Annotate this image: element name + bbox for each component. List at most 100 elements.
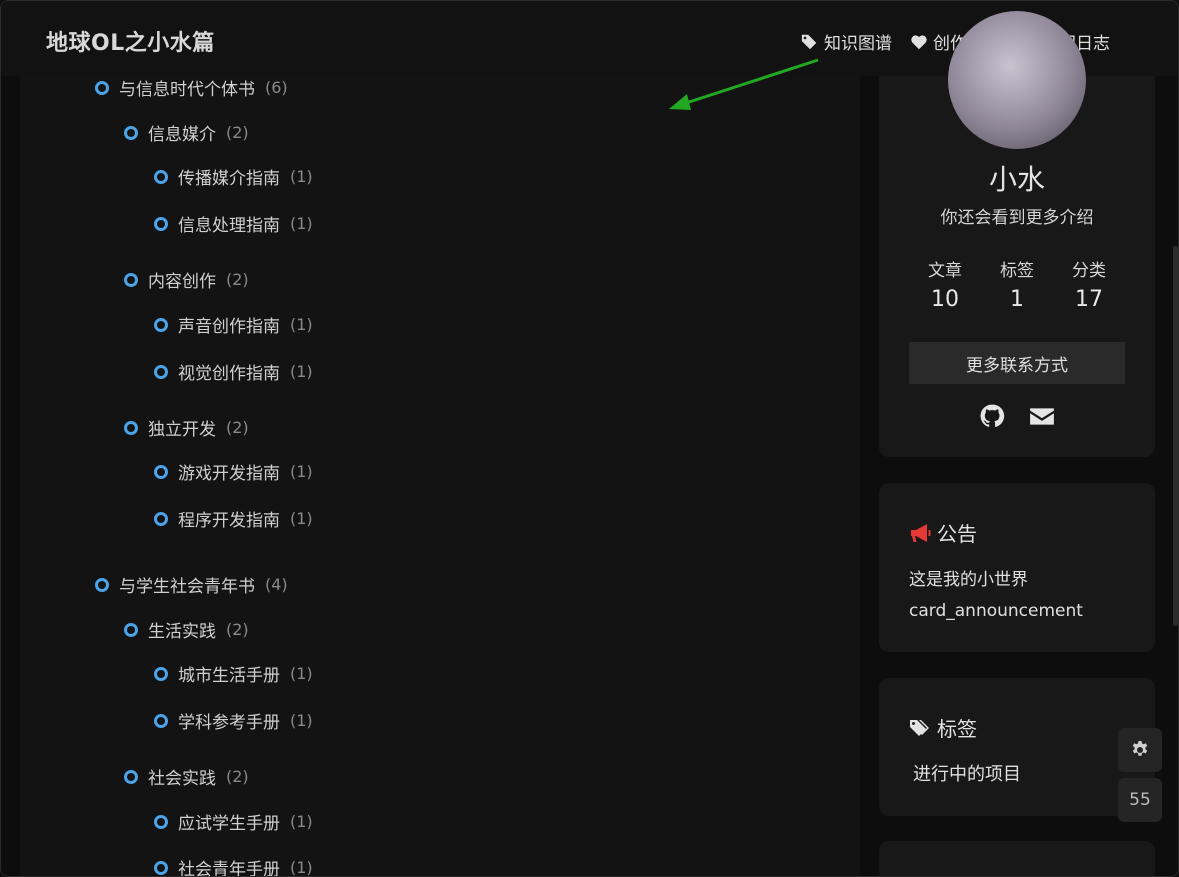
nav-item-knowledge-graph[interactable]: 知识图谱 bbox=[801, 29, 892, 54]
tree-node-count: (1) bbox=[290, 315, 313, 334]
tag-item[interactable]: 进行中的项目 bbox=[913, 760, 1021, 786]
tree-node-label: 游戏开发指南 bbox=[178, 464, 280, 484]
tree-node-count: (1) bbox=[290, 214, 313, 233]
tree-node-label: 独立开发 bbox=[148, 420, 216, 440]
announcement-title-text: 公告 bbox=[937, 522, 977, 546]
tree-node-count: (2) bbox=[226, 270, 249, 289]
tree-node[interactable]: 声音创作指南 (1) bbox=[154, 312, 313, 337]
announcement-card: 公告 这是我的小世界 card_announcement bbox=[879, 483, 1155, 652]
announcement-line: 这是我的小世界 bbox=[909, 570, 1028, 590]
tree-node-count: (1) bbox=[290, 711, 313, 730]
tags-title-text: 标签 bbox=[937, 717, 977, 741]
tree-node-label: 视觉创作指南 bbox=[178, 364, 280, 384]
tree-node-label: 传播媒介指南 bbox=[178, 169, 280, 189]
tree-node-count: (2) bbox=[226, 620, 249, 639]
author-description: 你还会看到更多介绍 bbox=[940, 208, 1094, 228]
stat-value: 1 bbox=[1010, 287, 1024, 312]
reading-progress-counter[interactable]: 55 bbox=[1118, 778, 1162, 822]
tree-node[interactable]: 社会青年手册 (1) bbox=[154, 855, 313, 877]
circle-bullet-icon bbox=[95, 80, 109, 95]
stat-label: 文章 bbox=[928, 261, 962, 281]
tree-node-count: (2) bbox=[226, 123, 249, 142]
tree-node-count: (1) bbox=[290, 167, 313, 186]
settings-button[interactable] bbox=[1118, 728, 1162, 772]
tree-node-count: (1) bbox=[290, 664, 313, 683]
site-title[interactable]: 地球OL之小水篇 bbox=[46, 25, 215, 57]
github-icon[interactable] bbox=[979, 403, 1005, 429]
tree-node-count: (2) bbox=[226, 418, 249, 437]
tree-node-label: 与学生社会青年书 bbox=[119, 577, 255, 597]
tree-node[interactable]: 内容创作 (2) bbox=[124, 267, 249, 292]
tree-node-label: 与信息时代个体书 bbox=[119, 80, 255, 100]
category-tree: 与信息时代个体书 (6) 信息媒介 (2) 传播媒介指南 (1) 信息处理指南 … bbox=[1, 1, 861, 877]
author-name: 小水 bbox=[988, 163, 1045, 196]
tree-node-count: (1) bbox=[290, 858, 313, 877]
tree-node-label: 应试学生手册 bbox=[178, 814, 280, 834]
gear-icon bbox=[1132, 741, 1148, 756]
tree-node-label: 社会实践 bbox=[148, 769, 216, 789]
announcement-title: 公告 bbox=[909, 518, 977, 547]
tree-node-count: (1) bbox=[290, 812, 313, 831]
sidebar-card bbox=[879, 841, 1155, 876]
app-window: 与信息时代个体书 (6) 信息媒介 (2) 传播媒介指南 (1) 信息处理指南 … bbox=[0, 0, 1179, 877]
circle-bullet-icon bbox=[154, 317, 168, 332]
tree-node-label: 信息媒介 bbox=[148, 125, 216, 145]
tree-node[interactable]: 信息处理指南 (1) bbox=[154, 211, 313, 236]
circle-bullet-icon bbox=[154, 169, 168, 184]
circle-bullet-icon bbox=[154, 814, 168, 829]
tree-node-count: (1) bbox=[290, 462, 313, 481]
tree-node-label: 学科参考手册 bbox=[178, 713, 280, 733]
circle-bullet-icon bbox=[154, 464, 168, 479]
more-contact-button[interactable]: 更多联系方式 bbox=[909, 342, 1125, 384]
stat-categories[interactable]: 分类 17 bbox=[1053, 256, 1125, 312]
circle-bullet-icon bbox=[124, 622, 138, 637]
circle-bullet-icon bbox=[124, 272, 138, 287]
tree-node-label: 信息处理指南 bbox=[178, 216, 280, 236]
tree-node-count: (6) bbox=[265, 78, 288, 97]
tree-node[interactable]: 社会实践 (2) bbox=[124, 764, 249, 789]
stat-articles[interactable]: 文章 10 bbox=[909, 256, 981, 312]
envelope-icon[interactable] bbox=[1029, 403, 1055, 429]
tree-node[interactable]: 与学生社会青年书 (4) bbox=[95, 572, 288, 597]
tree-node-count: (4) bbox=[265, 575, 288, 594]
tree-node[interactable]: 城市生活手册 (1) bbox=[154, 661, 313, 686]
tree-node-label: 程序开发指南 bbox=[178, 511, 280, 531]
tree-node[interactable]: 信息媒介 (2) bbox=[124, 120, 249, 145]
tree-node-label: 声音创作指南 bbox=[178, 317, 280, 337]
tree-node[interactable]: 程序开发指南 (1) bbox=[154, 506, 313, 531]
circle-bullet-icon bbox=[95, 577, 109, 592]
site-stats: 文章 10 标签 1 分类 17 bbox=[909, 256, 1125, 312]
tree-node[interactable]: 视觉创作指南 (1) bbox=[154, 359, 313, 384]
stat-value: 17 bbox=[1075, 287, 1103, 312]
circle-bullet-icon bbox=[154, 713, 168, 728]
nav-item-label: 知识图谱 bbox=[824, 34, 892, 54]
circle-bullet-icon bbox=[124, 125, 138, 140]
tree-node[interactable]: 与信息时代个体书 (6) bbox=[95, 75, 288, 100]
tree-node[interactable]: 独立开发 (2) bbox=[124, 415, 249, 440]
circle-bullet-icon bbox=[124, 420, 138, 435]
announcement-line: card_announcement bbox=[909, 601, 1083, 621]
heart-icon bbox=[911, 34, 927, 49]
tree-node-label: 生活实践 bbox=[148, 622, 216, 642]
tags-title: 标签 bbox=[909, 713, 977, 742]
stat-label: 标签 bbox=[1000, 261, 1034, 281]
tree-node[interactable]: 应试学生手册 (1) bbox=[154, 809, 313, 834]
scrollbar[interactable] bbox=[1173, 246, 1178, 626]
avatar[interactable] bbox=[948, 11, 1086, 149]
tree-node-label: 社会青年手册 bbox=[178, 860, 280, 877]
tree-node-count: (1) bbox=[290, 362, 313, 381]
tree-node[interactable]: 生活实践 (2) bbox=[124, 617, 249, 642]
stat-label: 分类 bbox=[1072, 261, 1106, 281]
circle-bullet-icon bbox=[154, 216, 168, 231]
tree-node-count: (1) bbox=[290, 509, 313, 528]
tree-node[interactable]: 游戏开发指南 (1) bbox=[154, 459, 313, 484]
stat-value: 10 bbox=[931, 287, 959, 312]
tree-node-label: 城市生活手册 bbox=[178, 666, 280, 686]
tree-node[interactable]: 学科参考手册 (1) bbox=[154, 708, 313, 733]
tree-node[interactable]: 传播媒介指南 (1) bbox=[154, 164, 313, 189]
circle-bullet-icon bbox=[154, 364, 168, 379]
megaphone-icon bbox=[911, 523, 931, 542]
circle-bullet-icon bbox=[124, 769, 138, 784]
circle-bullet-icon bbox=[154, 860, 168, 875]
stat-tags[interactable]: 标签 1 bbox=[981, 256, 1053, 312]
